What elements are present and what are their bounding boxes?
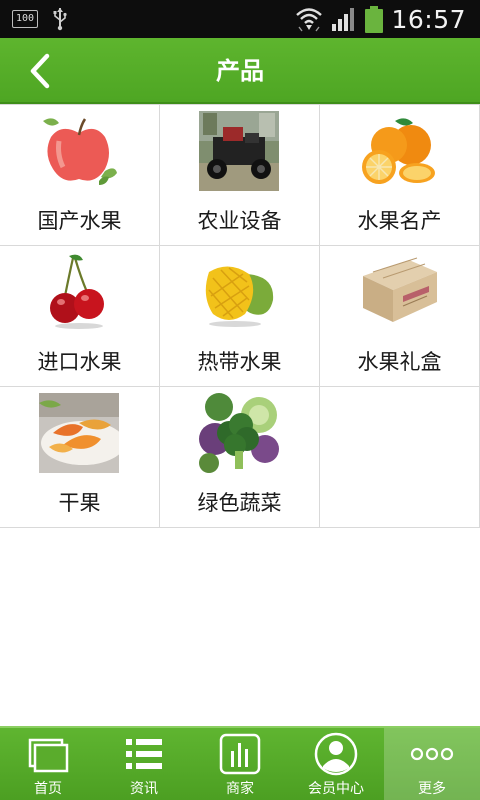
category-label: 热带水果 bbox=[197, 350, 282, 374]
category-label: 进口水果 bbox=[37, 350, 122, 374]
category-label: 绿色蔬菜 bbox=[197, 491, 282, 515]
status-bar: 100 16:57 bbox=[0, 0, 480, 38]
more-dots-icon bbox=[410, 747, 454, 761]
chevron-left-icon bbox=[30, 53, 50, 89]
tab-merchants[interactable]: 商家 bbox=[192, 728, 288, 800]
tab-member-center[interactable]: 会员中心 bbox=[288, 728, 384, 800]
app-header: 产品 bbox=[0, 38, 480, 104]
back-button[interactable] bbox=[18, 50, 62, 92]
signal-icon bbox=[332, 8, 355, 31]
category-label: 水果礼盒 bbox=[357, 350, 442, 374]
clock: 16:57 bbox=[391, 4, 466, 34]
mango-image bbox=[205, 266, 274, 327]
category-item-farm-equipment[interactable]: 农业设备 bbox=[160, 105, 320, 246]
category-item-famous-fruit[interactable]: 水果名产 bbox=[320, 105, 480, 246]
category-label: 水果名产 bbox=[357, 209, 442, 233]
tab-home[interactable]: 首页 bbox=[0, 728, 96, 800]
vegetables-image bbox=[199, 393, 279, 473]
page-title: 产品 bbox=[216, 57, 264, 85]
category-item-tropical-fruit[interactable]: 热带水果 bbox=[160, 246, 320, 387]
battery-level-indicator: 100 bbox=[12, 10, 38, 28]
wifi-icon bbox=[296, 8, 323, 32]
product-category-grid: 国产水果 农业设备 水果名产 进口水果 热带水果 水果礼盒 干果 绿色蔬菜 bbox=[0, 104, 480, 528]
home-pages-icon bbox=[28, 738, 69, 773]
tab-news[interactable]: 资讯 bbox=[96, 728, 192, 800]
cherry-image bbox=[50, 254, 104, 329]
tab-label: 首页 bbox=[34, 781, 62, 797]
usb-icon bbox=[53, 8, 67, 31]
orange-image bbox=[362, 118, 435, 184]
category-item-dried-fruit[interactable]: 干果 bbox=[0, 387, 160, 528]
category-label: 国产水果 bbox=[37, 209, 122, 233]
category-item-green-vegetables[interactable]: 绿色蔬菜 bbox=[160, 387, 320, 528]
category-item-domestic-fruit[interactable]: 国产水果 bbox=[0, 105, 160, 246]
tab-label: 会员中心 bbox=[308, 781, 364, 797]
user-icon bbox=[314, 732, 358, 776]
category-label: 干果 bbox=[58, 491, 101, 515]
category-item-fruit-gift-box[interactable]: 水果礼盒 bbox=[320, 246, 480, 387]
tab-label: 更多 bbox=[418, 781, 446, 797]
empty-grid-cell bbox=[320, 387, 480, 528]
tab-label: 商家 bbox=[226, 781, 254, 797]
bottom-tab-bar: 首页 资讯 商家 会员中心 更多 bbox=[0, 726, 480, 800]
bar-chart-icon bbox=[219, 733, 261, 775]
tab-more[interactable]: 更多 bbox=[384, 728, 480, 800]
list-icon bbox=[126, 739, 162, 769]
category-item-imported-fruit[interactable]: 进口水果 bbox=[0, 246, 160, 387]
gift-box-image bbox=[363, 257, 437, 322]
dried-fruit-image bbox=[39, 393, 119, 473]
category-label: 农业设备 bbox=[197, 209, 282, 233]
tab-label: 资讯 bbox=[130, 781, 158, 797]
apple-image bbox=[43, 118, 117, 185]
farm-machine-image bbox=[199, 111, 279, 191]
battery-icon bbox=[365, 5, 384, 33]
